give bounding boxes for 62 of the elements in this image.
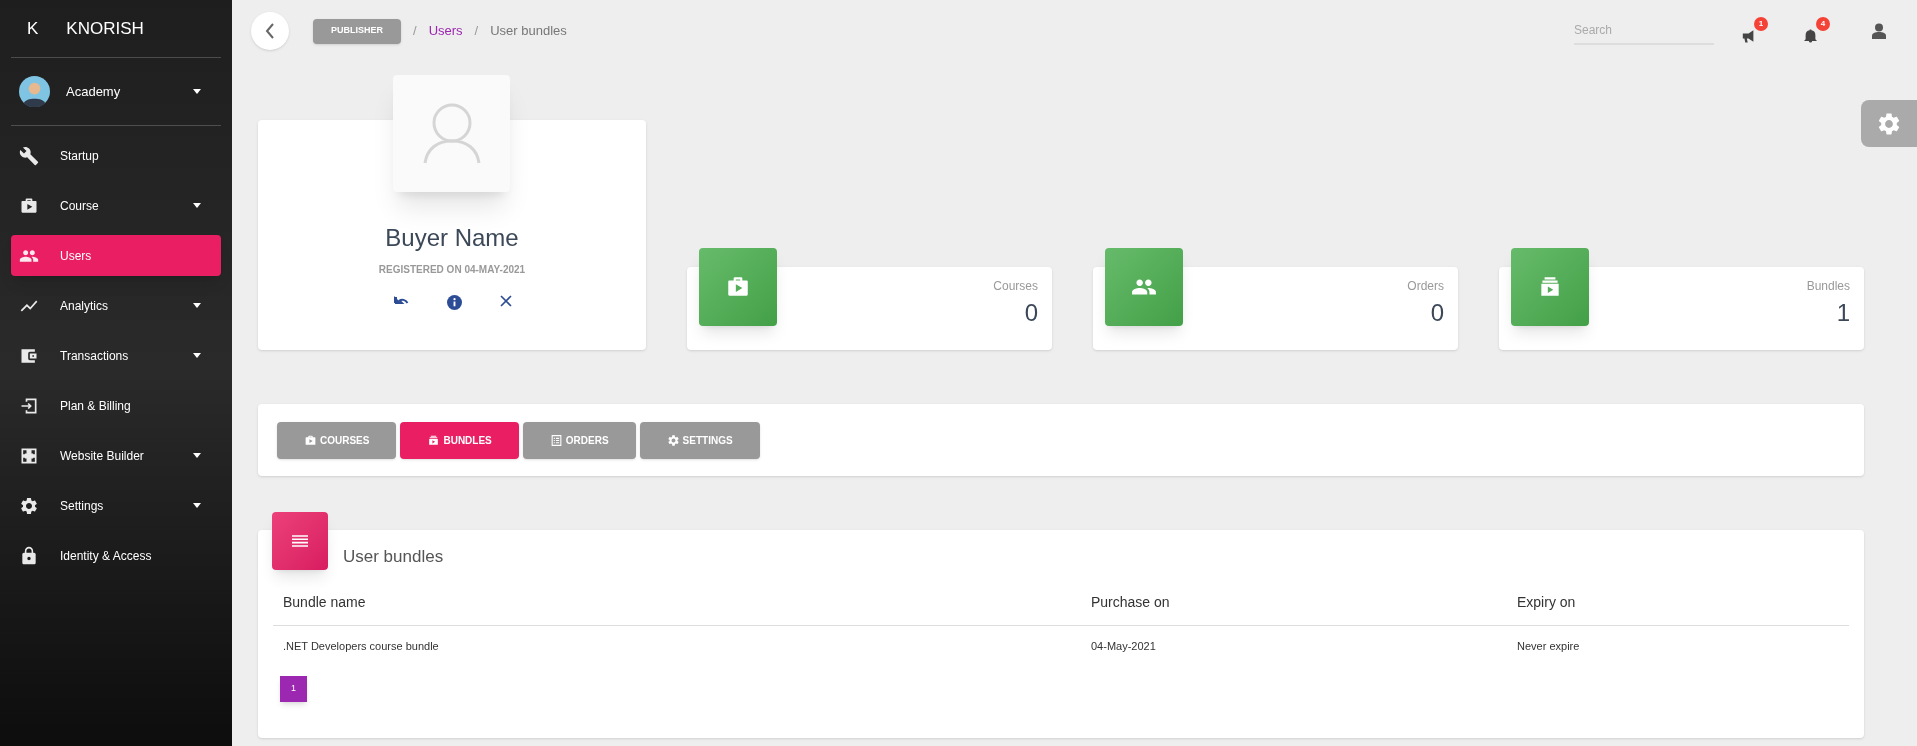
stat-value: 0 — [1430, 298, 1444, 328]
count-badge: 1 — [1754, 17, 1768, 31]
user-icon[interactable] — [1872, 23, 1886, 39]
back-button[interactable] — [251, 12, 289, 50]
table-cell: Never expire — [1517, 640, 1580, 652]
breadcrumb-current: User bundles — [490, 22, 567, 41]
page-button[interactable]: 1 — [280, 676, 307, 702]
column-header: Expiry on — [1517, 593, 1576, 610]
wrench-icon — [19, 145, 39, 166]
stat-label: Orders — [1407, 278, 1444, 295]
column-header: Purchase on — [1091, 593, 1170, 610]
table-title: User bundles — [343, 547, 444, 566]
chevron-left-icon — [265, 23, 275, 39]
buyer-name: Buyer Name — [385, 223, 519, 253]
briefcase-play-icon — [304, 433, 317, 447]
stat-label: Courses — [993, 278, 1038, 295]
search-field[interactable]: Search — [1574, 17, 1714, 45]
close-icon[interactable] — [499, 295, 512, 307]
notification-button[interactable]: 4 — [1804, 17, 1830, 45]
caret-icon[interactable] — [193, 353, 201, 358]
breadcrumb-link[interactable]: Users — [428, 21, 463, 41]
account-name[interactable]: Academy — [66, 81, 193, 102]
stat-label: Bundles — [1806, 278, 1850, 295]
caret-icon[interactable] — [193, 203, 201, 208]
breadcrumb-separator: / — [413, 22, 417, 41]
brand-name[interactable]: KNORISH — [66, 15, 144, 42]
sidebar-item[interactable]: Transactions — [11, 335, 221, 376]
lock-icon — [19, 545, 39, 566]
tab[interactable]: BUNDLES — [400, 421, 519, 459]
caret-icon[interactable] — [193, 503, 201, 508]
bell-icon — [1804, 29, 1817, 43]
avatar-icon[interactable] — [19, 76, 50, 107]
settings-icon — [19, 495, 39, 516]
column-header: Bundle name — [283, 593, 366, 610]
sidebar-item[interactable]: Identity & Access — [11, 535, 221, 576]
brand-logo[interactable]: K — [27, 15, 39, 42]
caret-icon[interactable] — [193, 303, 201, 308]
caret-icon[interactable] — [193, 89, 201, 94]
stacked-video-icon — [427, 433, 441, 447]
sidebar-item[interactable]: Users — [11, 235, 221, 276]
table-cell: 04-May-2021 — [1091, 640, 1156, 652]
registration-date: REGISTERED ON 04-MAY-2021 — [378, 263, 526, 277]
undo-icon[interactable] — [392, 295, 409, 307]
sidebar-item[interactable]: Plan & Billing — [11, 385, 221, 426]
sidebar-item[interactable]: Startup — [11, 135, 221, 176]
sidebar-item[interactable]: Website Builder — [11, 435, 221, 476]
sidebar-item[interactable]: Analytics — [11, 285, 221, 326]
info-icon[interactable] — [446, 295, 462, 310]
person-icon — [422, 102, 481, 165]
megaphone-icon — [1742, 29, 1755, 43]
count-badge: 4 — [1816, 17, 1830, 31]
list-icon — [292, 535, 308, 547]
settings-icon — [666, 433, 680, 447]
stat-value: 0 — [1024, 298, 1038, 328]
breadcrumb-separator: / — [474, 22, 479, 41]
stat-value: 1 — [1836, 298, 1850, 328]
notification-button[interactable]: 1 — [1742, 17, 1768, 45]
sidebar-item[interactable]: Course — [11, 185, 221, 226]
sidebar-item[interactable]: Settings — [11, 485, 221, 526]
table-cell: .NET Developers course bundle — [283, 640, 439, 652]
caret-icon[interactable] — [193, 453, 201, 458]
list-box-icon — [549, 433, 563, 447]
